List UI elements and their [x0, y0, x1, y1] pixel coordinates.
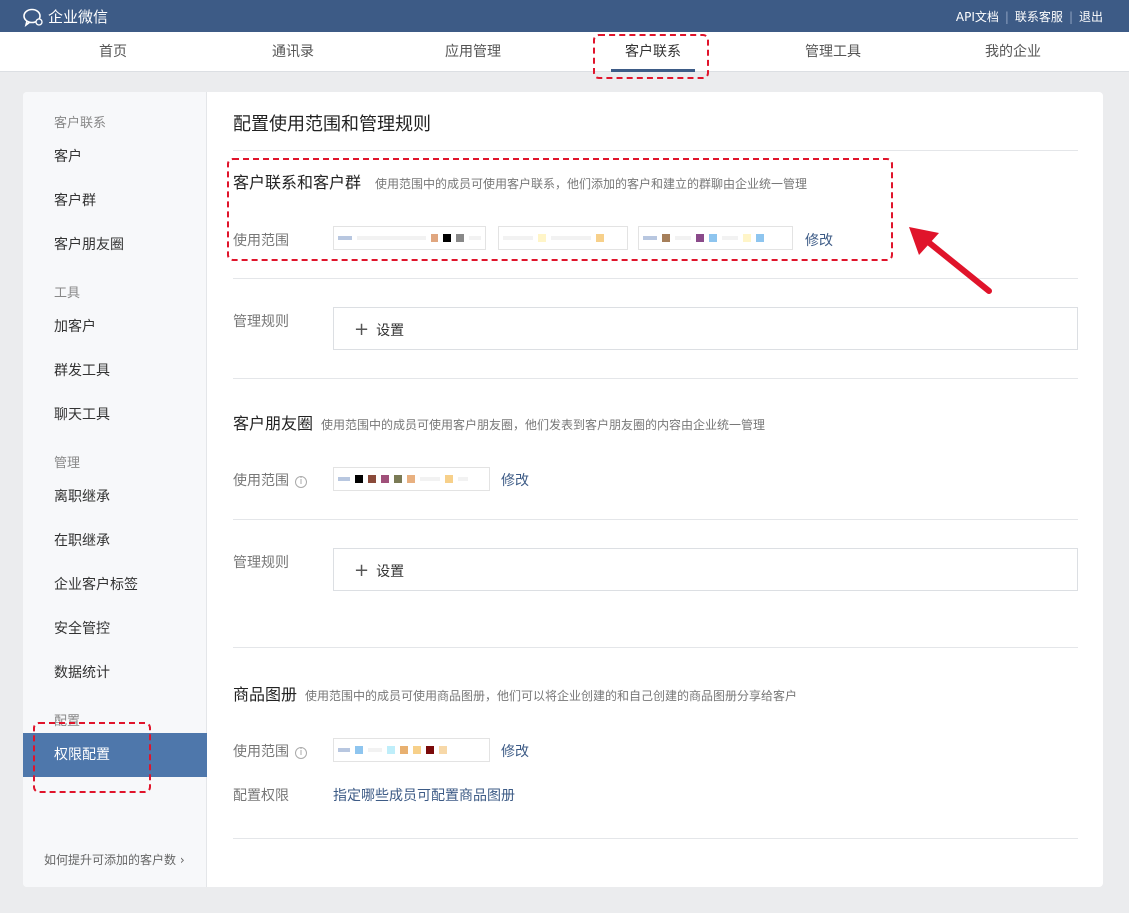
section-title-contact: 客户联系和客户群 使用范围中的成员可使用客户联系，他们添加的客户和建立的群聊由企业…: [233, 169, 807, 193]
footer-link-text: 如何提升可添加的客户数: [44, 853, 177, 867]
rules-label: 管理规则: [233, 314, 289, 330]
sidebar-item-resign-inherit[interactable]: 离职继承: [23, 475, 207, 519]
nav-home[interactable]: 首页: [53, 32, 173, 72]
set-label: 设置: [376, 564, 405, 580]
top-links: API文档 | 联系客服 | 退出: [956, 8, 1103, 25]
divider: [233, 519, 1078, 520]
section-title-text: 商品图册: [233, 685, 298, 704]
rules-label: 管理规则: [233, 555, 289, 571]
api-docs-link[interactable]: API文档: [956, 8, 999, 25]
chevron-right-icon: ›: [179, 853, 185, 867]
edit-scope-link-catalog[interactable]: 修改: [501, 741, 529, 761]
rules-box-moments: + 设置: [333, 548, 1078, 591]
set-label: 设置: [376, 323, 405, 339]
set-rules-button-contact[interactable]: + 设置: [354, 320, 404, 340]
wechat-work-logo-icon: [23, 8, 43, 27]
page-title: 配置使用范围和管理规则: [233, 114, 431, 135]
sidebar-item-permission-config[interactable]: 权限配置: [23, 733, 207, 777]
plus-icon: +: [354, 319, 370, 340]
info-icon[interactable]: i: [295, 747, 307, 759]
sidebar-group-customer: 客户联系: [54, 116, 107, 131]
plus-icon: +: [354, 560, 370, 581]
edit-scope-link-moments[interactable]: 修改: [501, 470, 529, 490]
main-nav: 首页 通讯录 应用管理 客户联系 管理工具 我的企业: [0, 32, 1129, 72]
logout-link[interactable]: 退出: [1079, 8, 1103, 25]
support-link[interactable]: 联系客服: [1015, 8, 1063, 25]
config-catalog-permission-link[interactable]: 指定哪些成员可配置商品图册: [333, 785, 515, 805]
scope-label: 使用范围 i: [233, 741, 307, 761]
scope-member-list[interactable]: [498, 226, 628, 250]
section-title-text: 客户朋友圈: [233, 414, 314, 433]
section-title-text: 客户联系和客户群: [233, 173, 362, 192]
sidebar-item-mass-send[interactable]: 群发工具: [23, 349, 207, 393]
sidebar: 客户联系 客户 客户群 客户朋友圈 工具 加客户 群发工具 聊天工具 管理 离职…: [23, 92, 207, 887]
increase-customer-limit-link[interactable]: 如何提升可添加的客户数 ›: [44, 851, 185, 868]
sidebar-item-security[interactable]: 安全管控: [23, 607, 207, 651]
app-logo[interactable]: 企业微信: [22, 6, 108, 27]
set-rules-button-moments[interactable]: + 设置: [354, 561, 404, 581]
scope-label: 使用范围: [233, 233, 289, 249]
scope-label-text: 使用范围: [233, 744, 289, 760]
sidebar-item-customer-group[interactable]: 客户群: [23, 179, 207, 223]
sidebar-item-moments[interactable]: 客户朋友圈: [23, 223, 207, 267]
red-arrow-annotation-icon: [909, 227, 992, 294]
divider: [233, 378, 1078, 379]
scope-member-list[interactable]: [638, 226, 793, 250]
divider: [233, 838, 1078, 839]
section-desc: 使用范围中的成员可使用商品图册，他们可以将企业创建的和自己创建的商品图册分享给客…: [305, 689, 798, 703]
divider: |: [1004, 9, 1009, 24]
sidebar-group-tools: 工具: [54, 286, 81, 301]
sidebar-item-chat-tools[interactable]: 聊天工具: [23, 393, 207, 437]
nav-admin-tools[interactable]: 管理工具: [773, 32, 893, 72]
config-permission-label: 配置权限: [233, 788, 289, 804]
nav-contacts[interactable]: 通讯录: [233, 32, 353, 72]
sidebar-item-customer-tags[interactable]: 企业客户标签: [23, 563, 207, 607]
divider: [233, 150, 1078, 151]
sidebar-item-customer[interactable]: 客户: [23, 135, 207, 179]
nav-my-company[interactable]: 我的企业: [953, 32, 1073, 72]
section-desc: 使用范围中的成员可使用客户朋友圈，他们发表到客户朋友圈的内容由企业统一管理: [321, 418, 766, 432]
top-bar: 企业微信 API文档 | 联系客服 | 退出: [0, 0, 1129, 32]
nav-customer-contact[interactable]: 客户联系: [593, 32, 713, 72]
nav-apps[interactable]: 应用管理: [413, 32, 533, 72]
sidebar-group-config: 配置: [54, 714, 81, 729]
main-card: 客户联系 客户 客户群 客户朋友圈 工具 加客户 群发工具 聊天工具 管理 离职…: [23, 92, 1103, 887]
scope-member-list[interactable]: [333, 467, 490, 491]
section-title-catalog: 商品图册 使用范围中的成员可使用商品图册，他们可以将企业创建的和自己创建的商品图册…: [233, 681, 797, 705]
scope-label: 使用范围 i: [233, 470, 307, 490]
sidebar-item-onjob-inherit[interactable]: 在职继承: [23, 519, 207, 563]
divider: [233, 647, 1078, 648]
scope-label-text: 使用范围: [233, 473, 289, 489]
section-title-moments: 客户朋友圈 使用范围中的成员可使用客户朋友圈，他们发表到客户朋友圈的内容由企业统一…: [233, 410, 765, 434]
scope-member-list[interactable]: [333, 738, 490, 762]
sidebar-item-stats[interactable]: 数据统计: [23, 651, 207, 695]
section-desc: 使用范围中的成员可使用客户联系，他们添加的客户和建立的群聊由企业统一管理: [375, 177, 808, 191]
sidebar-group-manage: 管理: [54, 456, 81, 471]
scope-member-list[interactable]: [333, 226, 486, 250]
edit-scope-link-contact[interactable]: 修改: [805, 230, 833, 250]
sidebar-item-add-customer[interactable]: 加客户: [23, 305, 207, 349]
app-name: 企业微信: [48, 8, 109, 26]
divider: |: [1068, 9, 1073, 24]
rules-box-contact: + 设置: [333, 307, 1078, 350]
content-area: 配置使用范围和管理规则 客户联系和客户群 使用范围中的成员可使用客户联系，他们添加…: [208, 92, 1103, 887]
info-icon[interactable]: i: [295, 476, 307, 488]
